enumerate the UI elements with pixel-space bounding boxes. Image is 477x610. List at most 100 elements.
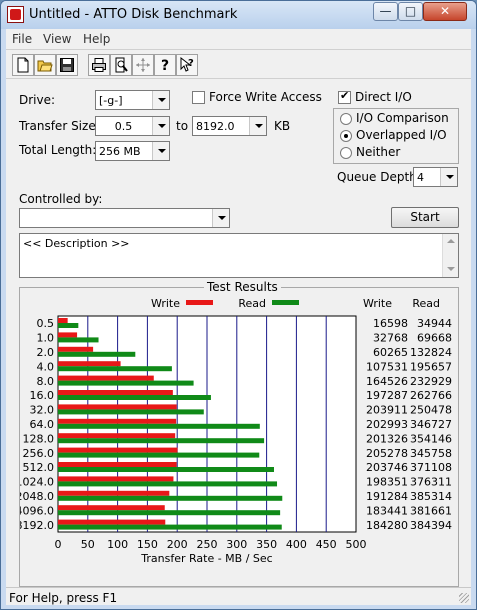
force-write-label: Force Write Access <box>209 90 322 104</box>
window-title: Untitled - ATTO Disk Benchmark <box>29 7 238 22</box>
write-bar <box>58 490 170 496</box>
read-bar <box>58 524 282 530</box>
write-value: 32768 <box>373 332 408 345</box>
x-tick-label: 350 <box>256 538 277 551</box>
menu-bar: File View Help <box>6 29 471 49</box>
move-button[interactable] <box>132 54 154 76</box>
help-icon: ? <box>161 58 169 73</box>
write-bar <box>58 418 177 424</box>
minimize-button[interactable]: — <box>373 2 398 21</box>
read-value: 381661 <box>410 504 452 517</box>
start-button[interactable]: Start <box>391 207 459 228</box>
queue-depth-select[interactable]: 4 <box>413 167 458 187</box>
transfer-size-from-value: 0.5 <box>114 120 133 133</box>
write-bar <box>58 519 166 525</box>
context-help-icon: ? <box>180 57 194 72</box>
scroll-up-icon[interactable] <box>443 234 458 249</box>
overlapped-io-label: Overlapped I/O <box>356 128 447 142</box>
y-tick-label: 2048.0 <box>20 490 54 503</box>
x-axis-label: Transfer Rate - MB / Sec <box>140 552 272 565</box>
print-button[interactable] <box>88 54 110 76</box>
print-preview-icon <box>115 57 128 73</box>
read-value: 232929 <box>410 375 452 388</box>
help-button[interactable]: ? <box>154 54 176 76</box>
menu-file[interactable]: File <box>12 32 32 46</box>
chevron-down-icon[interactable] <box>212 209 229 227</box>
read-value: 371108 <box>410 461 452 474</box>
write-bar <box>58 346 94 352</box>
save-button[interactable] <box>56 54 78 76</box>
read-bar <box>58 481 278 487</box>
controlled-by-select[interactable] <box>19 208 230 228</box>
menu-help[interactable]: Help <box>83 32 110 46</box>
results-chart: 0 50 100 150 200 250 300 350 400 450 500 Transfer R… <box>20 297 452 565</box>
legend-write-swatch <box>186 300 213 305</box>
transfer-size-to-value: 8192.0 <box>196 120 235 133</box>
read-value: 34944 <box>417 317 452 330</box>
y-tick-label: 1024.0 <box>20 476 54 489</box>
chevron-down-icon[interactable] <box>152 91 169 109</box>
transfer-size-to-select[interactable]: 8192.0 <box>192 116 267 136</box>
description-box[interactable]: << Description >> <box>19 233 459 278</box>
total-length-select[interactable]: 256 MB <box>95 141 170 161</box>
chevron-down-icon[interactable] <box>249 117 266 135</box>
write-value: 202993 <box>366 418 408 431</box>
radio-neither[interactable] <box>340 147 352 159</box>
resize-grip-icon[interactable] <box>459 593 469 603</box>
new-button[interactable] <box>12 54 34 76</box>
read-value: 195657 <box>410 360 452 373</box>
y-tick-label: 4096.0 <box>20 504 54 517</box>
write-bar <box>58 375 154 381</box>
chevron-down-icon[interactable] <box>152 117 169 135</box>
write-value: 184280 <box>366 519 408 532</box>
write-bar <box>58 462 177 467</box>
read-bar <box>58 395 211 400</box>
write-value: 16598 <box>373 317 408 330</box>
read-bar <box>58 438 265 444</box>
read-value: 250478 <box>410 404 452 417</box>
transfer-size-from-select[interactable]: 0.5 <box>95 116 170 136</box>
radio-overlapped-io[interactable] <box>340 130 352 142</box>
test-results-group: Test Results 0 50 100 150 200 250 300 350 400 450… <box>19 280 459 587</box>
read-bar <box>58 323 79 328</box>
close-button[interactable]: ✕ <box>423 2 467 21</box>
drive-select[interactable]: [-g-] <box>95 90 170 110</box>
open-icon <box>37 60 53 72</box>
chevron-down-icon[interactable] <box>440 168 457 186</box>
read-bar <box>58 452 260 458</box>
write-value: 203911 <box>366 404 408 417</box>
chevron-down-icon[interactable] <box>152 142 169 160</box>
y-tick-label: 8192.0 <box>20 519 54 532</box>
y-tick-label: 0.5 <box>37 317 55 330</box>
maximize-button[interactable]: □ <box>398 2 423 21</box>
neither-label: Neither <box>356 145 401 159</box>
kb-label: KB <box>274 119 291 133</box>
write-value: 201326 <box>366 432 408 445</box>
read-value: 132824 <box>410 346 452 359</box>
open-button[interactable] <box>34 54 56 76</box>
write-value: 197287 <box>366 389 408 402</box>
legend-write-label: Write <box>151 297 180 310</box>
read-bar <box>58 337 99 343</box>
write-bar <box>58 390 173 395</box>
io-comparison-label: I/O Comparison <box>356 111 449 125</box>
read-bar <box>58 423 260 429</box>
scroll-down-icon[interactable] <box>443 262 458 277</box>
write-bar <box>58 361 121 367</box>
radio-io-comparison[interactable] <box>340 113 352 125</box>
read-value: 262766 <box>410 389 452 402</box>
toolbar: ? ? <box>6 49 471 79</box>
y-tick-label: 64.0 <box>30 418 55 431</box>
direct-io-checkbox[interactable] <box>338 89 351 104</box>
description-scrollbar[interactable] <box>442 234 458 277</box>
write-value: 60265 <box>373 346 408 359</box>
print-preview-button[interactable] <box>110 54 132 76</box>
force-write-checkbox[interactable] <box>192 91 205 104</box>
save-icon <box>60 58 74 72</box>
x-tick-label: 100 <box>107 538 128 551</box>
menu-view[interactable]: View <box>43 32 71 46</box>
title-bar[interactable]: Untitled - ATTO Disk Benchmark — □ ✕ <box>1 1 476 29</box>
write-bar <box>58 505 165 511</box>
context-help-button[interactable]: ? <box>176 54 198 76</box>
write-value: 203746 <box>366 461 408 474</box>
